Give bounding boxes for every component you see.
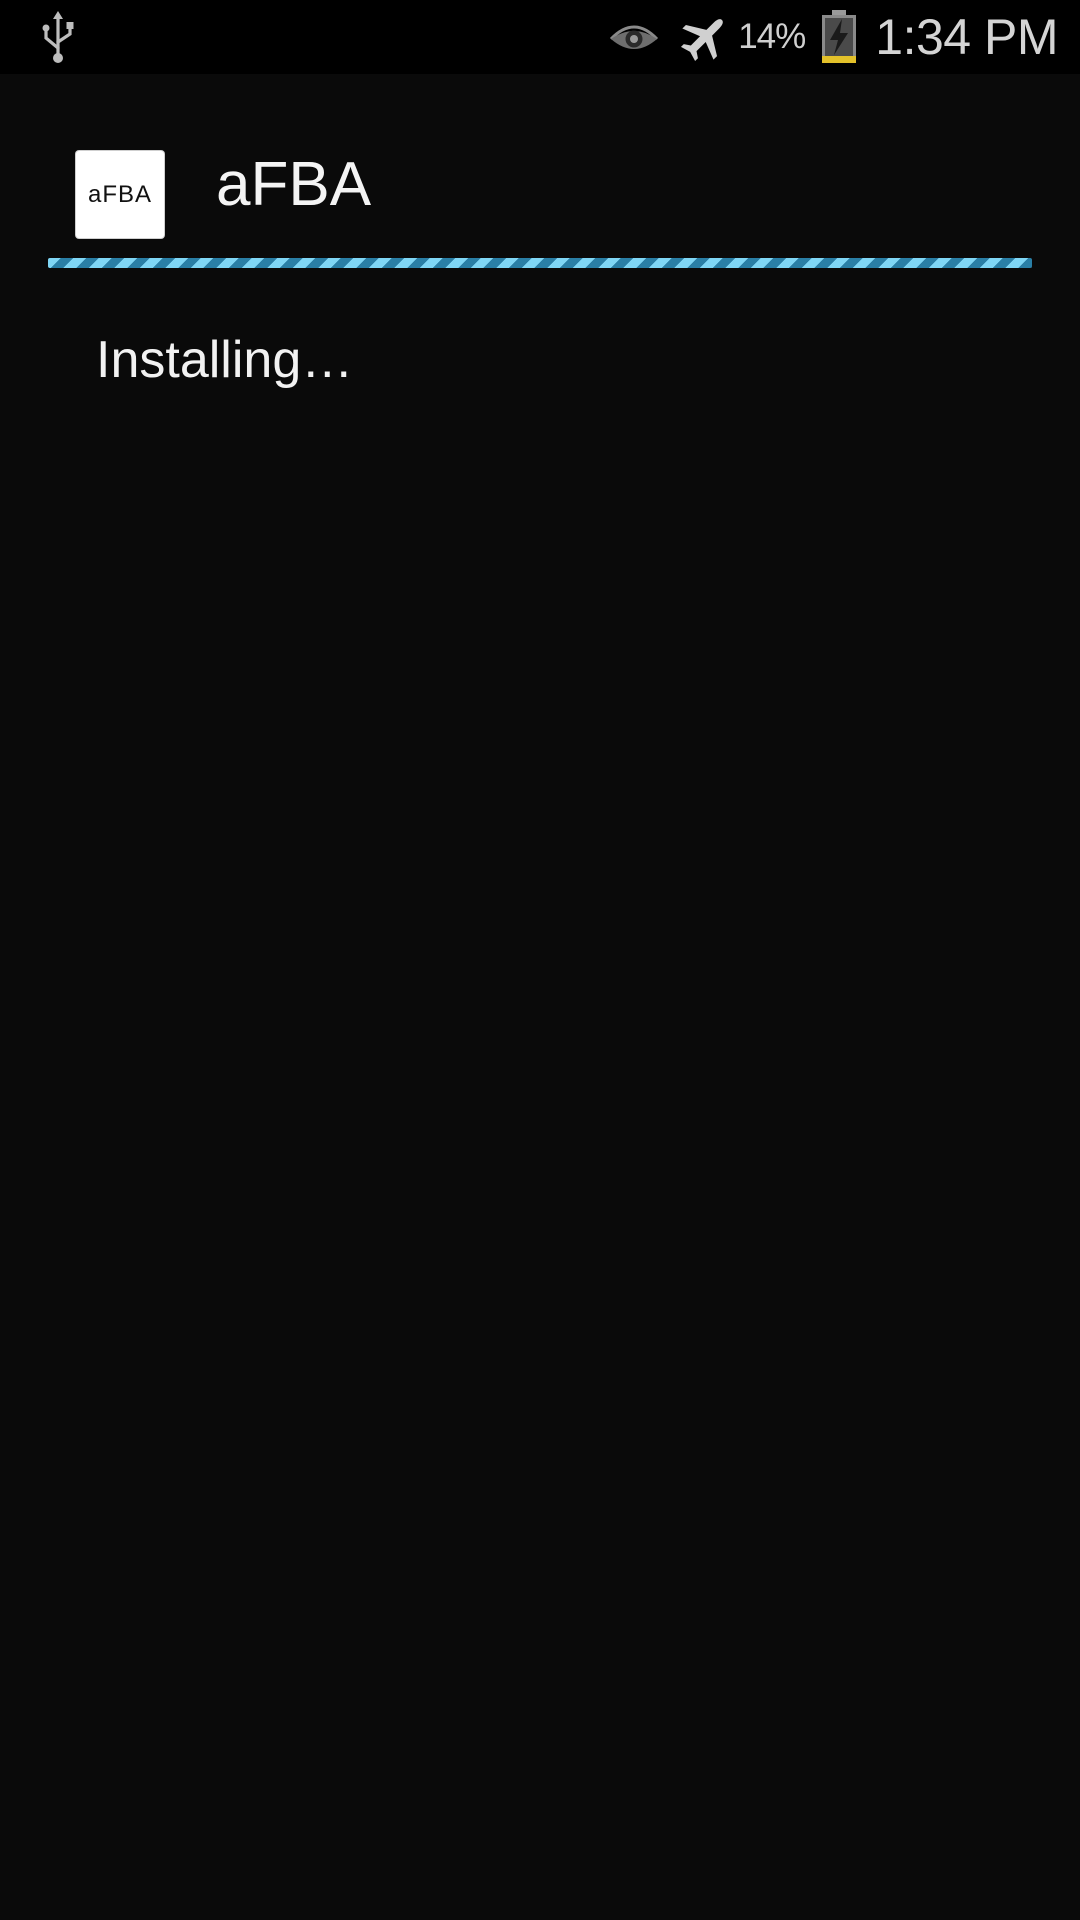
- progress-bar: [48, 258, 1032, 268]
- install-status-text: Installing…: [96, 331, 354, 389]
- battery-percentage: 14%: [738, 17, 806, 56]
- status-icons: 14% 1:34 PM: [608, 0, 1058, 74]
- app-icon-label: aFBA: [87, 180, 153, 208]
- status-bar: 14% 1:34 PM: [0, 0, 1080, 74]
- battery-charging-icon: [822, 10, 857, 63]
- clock: 1:34 PM: [875, 9, 1058, 65]
- app-title: aFBA: [216, 150, 372, 219]
- usb-icon: [42, 11, 74, 63]
- app-icon: aFBA: [76, 151, 164, 238]
- airplane-mode-icon: [681, 19, 724, 62]
- smart-stay-eye-icon: [610, 25, 659, 49]
